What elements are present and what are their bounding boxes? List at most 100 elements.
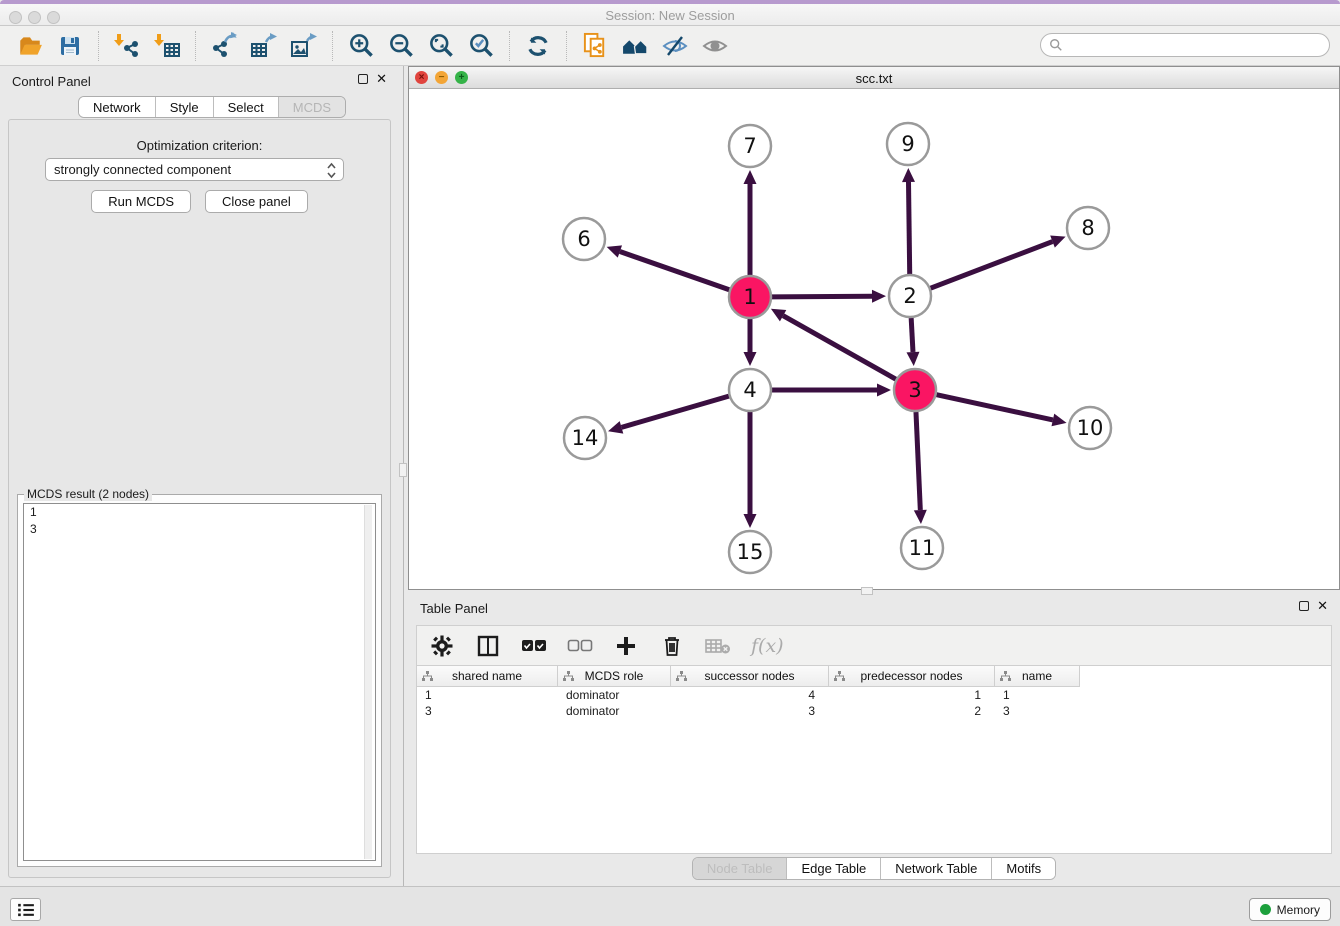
zoom-in-button[interactable] — [346, 31, 376, 61]
function-builder-button[interactable]: f(x) — [751, 633, 784, 659]
node-table[interactable]: shared name MCDS rolesuccessor nodesprede… — [416, 665, 1332, 854]
edge-1-2[interactable] — [772, 296, 872, 297]
table-cell[interactable]: 4 — [671, 687, 829, 703]
edge-4-14[interactable] — [621, 396, 728, 427]
task-history-button[interactable] — [10, 898, 41, 921]
export-image-button[interactable] — [289, 31, 319, 61]
table-row[interactable]: 3dominator323 — [417, 703, 1331, 719]
add-column-button[interactable] — [613, 633, 639, 659]
column-header-name[interactable]: name — [995, 666, 1080, 687]
table-panel-float-button[interactable] — [1299, 601, 1309, 611]
table-cell[interactable]: 3 — [671, 703, 829, 719]
table-cell[interactable]: dominator — [558, 687, 671, 703]
table-options-gear-button[interactable] — [429, 633, 455, 659]
edge-3-10[interactable] — [936, 395, 1052, 420]
run-mcds-button[interactable]: Run MCDS — [91, 190, 191, 213]
unchecked-boxes-icon — [567, 639, 593, 653]
zoom-fit-button[interactable] — [426, 31, 456, 61]
show-all-button[interactable] — [700, 31, 730, 61]
window-title: Session: New Session — [0, 8, 1340, 23]
table-cell[interactable]: 1 — [829, 687, 995, 703]
edge-2-8[interactable] — [931, 242, 1053, 289]
column-type-icon — [676, 671, 687, 682]
table-row[interactable]: 1dominator411 — [417, 687, 1331, 703]
houses-icon — [621, 31, 650, 60]
table-panel: Table Panel ✕ — [408, 595, 1340, 886]
table-toolbar: f(x) — [416, 625, 1332, 665]
close-panel-button[interactable]: Close panel — [205, 190, 308, 213]
open-file-button[interactable] — [15, 31, 45, 61]
table-panel-title: Table Panel — [420, 601, 488, 616]
splitter-grip[interactable] — [861, 587, 873, 595]
memory-button[interactable]: Memory — [1249, 898, 1331, 921]
import-network-button[interactable] — [112, 31, 142, 61]
tab-motifs[interactable]: Motifs — [992, 858, 1055, 879]
fx-icon: f(x) — [751, 635, 784, 657]
mcds-panel: Optimization criterion: strongly connect… — [8, 119, 391, 878]
table-cell[interactable]: 2 — [829, 703, 995, 719]
column-type-icon — [563, 671, 574, 682]
tab-select[interactable]: Select — [214, 97, 279, 117]
table-header-row: shared name MCDS rolesuccessor nodesprede… — [417, 666, 1331, 687]
tab-network-table[interactable]: Network Table — [881, 858, 992, 879]
network-graph[interactable]: 7968124314101511 — [409, 89, 1339, 589]
table-panel-close-button[interactable]: ✕ — [1317, 601, 1328, 611]
checked-boxes-icon — [521, 639, 547, 653]
mcds-result-list[interactable]: 13 — [23, 503, 376, 861]
optimization-criterion-select[interactable]: strongly connected component — [45, 158, 344, 181]
export-table-button[interactable] — [249, 31, 279, 61]
save-icon — [58, 34, 82, 58]
edge-3-11[interactable] — [916, 412, 920, 510]
import-table-button[interactable] — [152, 31, 182, 61]
table-cell[interactable]: 1 — [417, 687, 558, 703]
node-label-9: 9 — [901, 132, 914, 156]
control-panel-close-button[interactable]: ✕ — [376, 74, 387, 84]
mcds-result-fieldset: MCDS result (2 nodes) 13 — [17, 494, 382, 867]
edge-2-3[interactable] — [911, 318, 913, 352]
result-scrollbar[interactable] — [364, 505, 372, 859]
table-cell[interactable]: 1 — [995, 687, 1080, 703]
tab-style[interactable]: Style — [156, 97, 214, 117]
export-network-button[interactable] — [209, 31, 239, 61]
tab-mcds[interactable]: MCDS — [279, 97, 345, 117]
clone-network-button[interactable] — [580, 31, 610, 61]
table-cell[interactable]: dominator — [558, 703, 671, 719]
delete-table-button[interactable] — [705, 633, 731, 659]
table-cell[interactable]: 3 — [417, 703, 558, 719]
search-input[interactable] — [1040, 33, 1330, 57]
edge-2-9[interactable] — [909, 182, 910, 274]
node-label-8: 8 — [1081, 216, 1094, 240]
column-header-predecessor-nodes[interactable]: predecessor nodes — [829, 666, 995, 687]
unselect-all-columns-button[interactable] — [567, 633, 593, 659]
node-label-4: 4 — [743, 378, 756, 402]
splitter-grip[interactable] — [399, 463, 407, 477]
first-neighbors-button[interactable] — [620, 31, 650, 61]
tab-network[interactable]: Network — [79, 97, 156, 117]
edge-3-1[interactable] — [783, 316, 896, 380]
arrowhead — [914, 510, 927, 524]
column-header-label: shared name — [452, 669, 522, 683]
hide-selected-button[interactable] — [660, 31, 690, 61]
select-all-columns-button[interactable] — [521, 633, 547, 659]
column-header-successor-nodes[interactable]: successor nodes — [671, 666, 829, 687]
delete-column-button[interactable] — [659, 633, 685, 659]
tab-node-table[interactable]: Node Table — [693, 858, 788, 879]
edge-1-6[interactable] — [620, 252, 729, 290]
save-session-button[interactable] — [55, 31, 85, 61]
arrowhead — [744, 170, 757, 184]
zoom-selected-button[interactable] — [466, 31, 496, 61]
column-header-MCDS-role[interactable]: MCDS role — [558, 666, 671, 687]
apply-layout-button[interactable] — [523, 31, 553, 61]
table-cell[interactable]: 3 — [995, 703, 1080, 719]
vertical-splitter[interactable] — [399, 66, 408, 886]
arrowhead — [906, 352, 919, 366]
table-tabs: Node TableEdge TableNetwork TableMotifs — [692, 857, 1056, 880]
column-header-shared-name[interactable]: shared name — [417, 666, 558, 687]
node-label-6: 6 — [577, 227, 590, 251]
show-column-button[interactable] — [475, 633, 501, 659]
network-canvas[interactable]: 7968124314101511 — [409, 89, 1339, 589]
tab-edge-table[interactable]: Edge Table — [787, 858, 881, 879]
zoom-out-button[interactable] — [386, 31, 416, 61]
control-panel-float-button[interactable] — [358, 74, 368, 84]
column-type-icon — [834, 671, 845, 682]
